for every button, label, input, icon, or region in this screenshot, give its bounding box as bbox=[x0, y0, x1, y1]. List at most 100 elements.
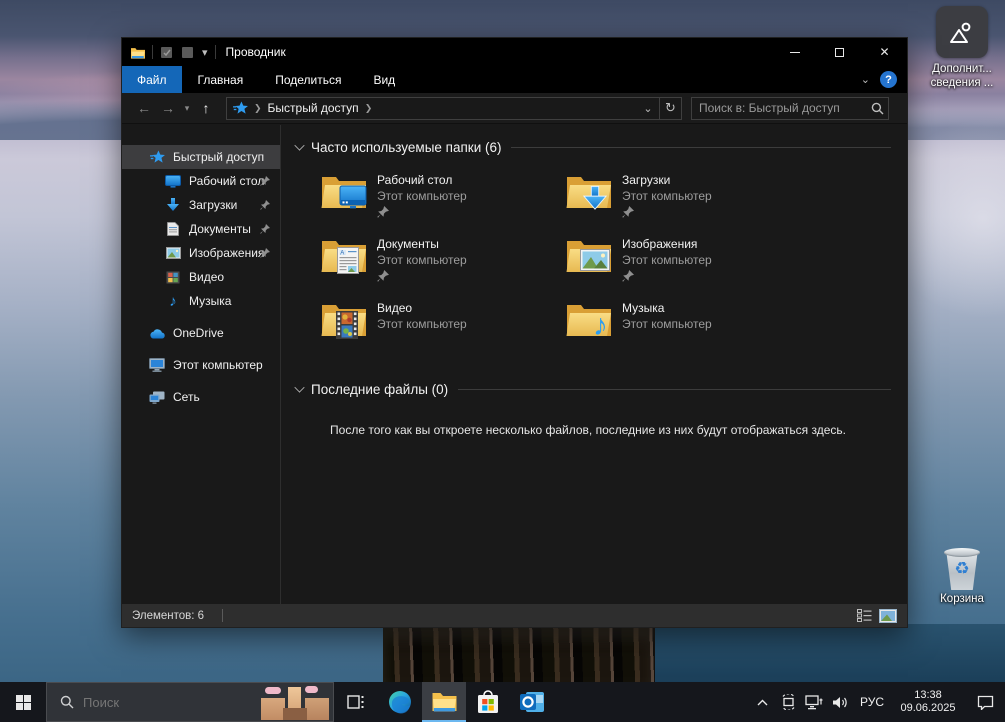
qat-properties-icon[interactable] bbox=[160, 46, 174, 59]
explorer-taskbar-icon[interactable] bbox=[422, 682, 466, 722]
qat-customize-chevron-icon[interactable]: ▾ bbox=[202, 46, 208, 59]
tile-name: Видео bbox=[377, 300, 467, 316]
title-bar[interactable]: ▾ Проводник ✕ bbox=[122, 38, 907, 66]
search-icon bbox=[60, 695, 74, 709]
sidebar-label: Изображения bbox=[189, 246, 264, 260]
address-bar[interactable]: ❯ Быстрый доступ ❯ ⌄ ↻ bbox=[226, 97, 682, 120]
taskbar-search-box[interactable] bbox=[46, 682, 334, 722]
sidebar-item-this-pc[interactable]: Этот компьютер bbox=[122, 353, 280, 377]
tab-share[interactable]: Поделиться bbox=[259, 66, 357, 93]
ribbon-collapse-chevron-icon[interactable]: ⌄ bbox=[861, 73, 870, 86]
sidebar-item-videos[interactable]: Видео bbox=[122, 265, 280, 289]
sidebar-label: Загрузки bbox=[189, 198, 237, 212]
sidebar-label: Документы bbox=[189, 222, 251, 236]
volume-tray-icon[interactable] bbox=[827, 695, 853, 710]
documents-icon bbox=[165, 221, 181, 237]
sidebar-item-documents[interactable]: Документы bbox=[122, 217, 280, 241]
section-title: Последние файлы (0) bbox=[311, 382, 448, 397]
folder-icon bbox=[321, 171, 367, 211]
forward-button[interactable]: → bbox=[156, 100, 180, 116]
desktop-overlay-icon bbox=[339, 185, 367, 209]
up-button[interactable]: ↑ bbox=[194, 100, 218, 116]
collapse-chevron-icon[interactable] bbox=[294, 140, 304, 150]
folder-tile-downloads[interactable]: Загрузки Этот компьютер bbox=[566, 171, 811, 235]
start-button[interactable] bbox=[0, 682, 46, 722]
recent-files-section-header[interactable]: Последние файлы (0) bbox=[293, 379, 891, 399]
sidebar-item-onedrive[interactable]: OneDrive bbox=[122, 321, 280, 345]
recycle-bin-glyph: ♻ bbox=[944, 548, 980, 590]
refresh-icon[interactable]: ↻ bbox=[659, 98, 681, 119]
desktop-screen: Дополнит... сведения ... ♻ Корзина bbox=[0, 0, 1005, 722]
explorer-app-icon bbox=[131, 46, 145, 59]
tile-location: Этот компьютер bbox=[377, 316, 467, 332]
music-icon: ♪ bbox=[165, 293, 181, 309]
minimize-button[interactable] bbox=[772, 38, 817, 66]
sidebar-item-desktop[interactable]: Рабочий стол bbox=[122, 169, 280, 193]
desktop-icon-info[interactable]: Дополнит... сведения ... bbox=[919, 6, 1005, 90]
outlook-taskbar-icon[interactable] bbox=[510, 682, 554, 722]
collapse-chevron-icon[interactable] bbox=[294, 382, 304, 392]
sidebar-item-music[interactable]: ♪ Музыка bbox=[122, 289, 280, 313]
sidebar-label: Этот компьютер bbox=[173, 358, 263, 372]
sidebar-item-pictures[interactable]: Изображения bbox=[122, 241, 280, 265]
search-highlight-illustration[interactable] bbox=[259, 684, 331, 720]
tray-overflow-chevron-icon[interactable] bbox=[749, 699, 775, 706]
svg-text:A: A bbox=[340, 250, 344, 256]
music-overlay-icon: ♪ bbox=[593, 311, 608, 341]
onedrive-cloud-icon bbox=[149, 325, 165, 341]
sidebar-item-downloads[interactable]: Загрузки bbox=[122, 193, 280, 217]
file-explorer-window: ▾ Проводник ✕ Файл Главная Поделиться Ви… bbox=[121, 37, 908, 628]
wallpaper-pier bbox=[383, 624, 655, 682]
help-icon[interactable]: ? bbox=[880, 71, 897, 88]
qat-newfolder-icon[interactable] bbox=[181, 46, 195, 59]
search-box[interactable] bbox=[691, 97, 889, 120]
tab-file[interactable]: Файл bbox=[122, 66, 182, 93]
downloads-icon bbox=[165, 197, 181, 213]
sidebar-item-quick-access[interactable]: Быстрый доступ bbox=[122, 145, 280, 169]
sidebar-label: OneDrive bbox=[173, 326, 224, 340]
folder-icon bbox=[566, 171, 612, 211]
sidebar-label: Музыка bbox=[189, 294, 231, 308]
videos-overlay-icon bbox=[336, 311, 358, 339]
tile-name: Рабочий стол bbox=[377, 172, 467, 188]
search-icon[interactable] bbox=[866, 102, 888, 115]
sidebar-label: Рабочий стол bbox=[189, 174, 264, 188]
qat-separator bbox=[152, 45, 153, 59]
content-pane: Часто используемые папки (6) bbox=[281, 125, 907, 604]
language-indicator[interactable]: РУС bbox=[853, 695, 891, 709]
edge-taskbar-icon[interactable] bbox=[378, 682, 422, 722]
tab-home[interactable]: Главная bbox=[182, 66, 260, 93]
task-view-button[interactable] bbox=[334, 682, 378, 722]
taskbar: РУС 13:38 09.06.2025 bbox=[0, 682, 1005, 722]
sidebar-label: Быстрый доступ bbox=[173, 150, 264, 164]
folder-tile-pictures[interactable]: Изображения Этот компьютер bbox=[566, 235, 811, 299]
address-dropdown-chevron-icon[interactable]: ⌄ bbox=[637, 98, 659, 119]
tile-location: Этот компьютер bbox=[622, 316, 712, 332]
search-input[interactable] bbox=[692, 101, 866, 115]
sidebar-item-network[interactable]: Сеть bbox=[122, 385, 280, 409]
wallpaper-dark-water bbox=[655, 624, 1005, 682]
folder-tile-desktop[interactable]: Рабочий стол Этот компьютер bbox=[321, 171, 566, 235]
pin-icon bbox=[260, 200, 270, 210]
tab-view[interactable]: Вид bbox=[357, 66, 411, 93]
folder-tile-documents[interactable]: A Докумен bbox=[321, 235, 566, 299]
action-center-icon[interactable] bbox=[965, 695, 1005, 710]
tile-name: Изображения bbox=[622, 236, 712, 252]
thumbnail-view-button[interactable] bbox=[879, 608, 897, 624]
folder-tile-music[interactable]: ♪ Музыка Этот компьютер bbox=[566, 299, 811, 363]
breadcrumb-chevron-icon-2[interactable]: ❯ bbox=[365, 103, 373, 114]
maximize-button[interactable] bbox=[817, 38, 862, 66]
network-tray-icon[interactable] bbox=[801, 695, 827, 710]
close-button[interactable]: ✕ bbox=[862, 38, 907, 66]
details-view-button[interactable] bbox=[855, 608, 873, 624]
clock[interactable]: 13:38 09.06.2025 bbox=[891, 689, 965, 715]
downloads-overlay-icon bbox=[582, 185, 608, 211]
back-button[interactable]: ← bbox=[132, 100, 156, 116]
folder-tile-videos[interactable]: Видео Этот компьютер bbox=[321, 299, 566, 363]
store-taskbar-icon[interactable] bbox=[466, 682, 510, 722]
recent-locations-chevron-icon[interactable]: ▾ bbox=[180, 103, 194, 114]
breadcrumb-location[interactable]: Быстрый доступ bbox=[268, 101, 359, 115]
frequent-folders-section-header[interactable]: Часто используемые папки (6) bbox=[293, 137, 891, 157]
cast-icon[interactable] bbox=[775, 694, 801, 710]
recycle-bin-icon[interactable]: ♻ Корзина bbox=[919, 548, 1005, 606]
